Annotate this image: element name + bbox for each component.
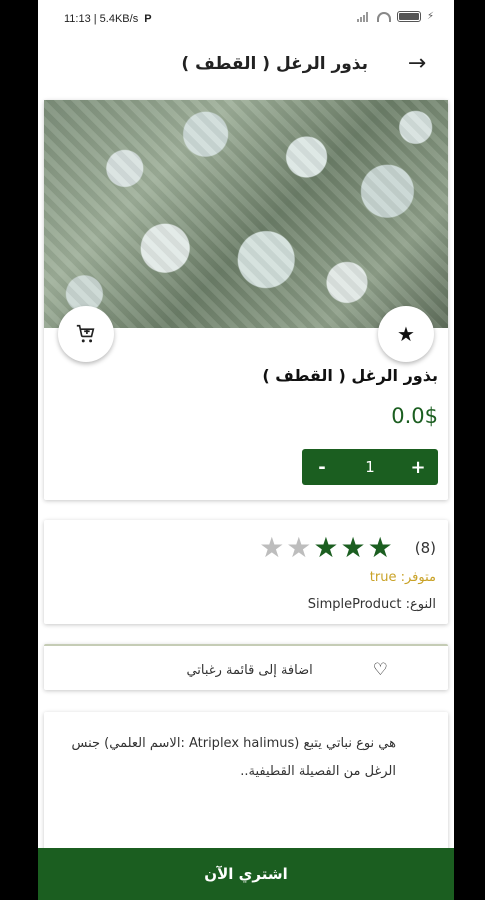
page-title: بذور الرغل ( القطف ) — [181, 54, 368, 74]
app-bar: بذور الرغل ( القطف ) → — [38, 36, 454, 96]
app-screen: 11:13 | 5.4KB/s P ⚡ بذور الرغل ( القطف )… — [38, 0, 454, 900]
favorite-button[interactable]: ★ — [378, 306, 434, 362]
battery-icon — [396, 11, 421, 22]
add-to-wishlist-button[interactable]: ♡ اضافة إلى قائمة رغباتي — [186, 660, 388, 680]
heart-icon: ♡ — [372, 660, 388, 680]
product-name: بذور الرغل ( القطف ) — [262, 366, 438, 385]
availability-value: true — [369, 570, 397, 585]
availability-label: متوفر: — [400, 570, 436, 585]
add-to-cart-icon — [76, 324, 95, 343]
star-icon: ★ — [397, 322, 415, 346]
wishlist-card[interactable]: ♡ اضافة إلى قائمة رغباتي — [44, 644, 448, 690]
decrement-button[interactable]: - — [302, 457, 342, 478]
app-notification-icon: P — [144, 13, 152, 25]
quantity-value: 1 — [365, 458, 375, 476]
type-label: النوع: — [405, 597, 436, 612]
product-card: ★ بذور الرغل ( القطف ) 0.0$ - 1 + — [44, 100, 448, 500]
product-type: النوع: SimpleProduct — [308, 597, 436, 612]
star-icon: ★ — [340, 531, 366, 564]
rating-count: (8) — [414, 539, 436, 557]
description-card: هي نوع نباتي يتبع (Atriplex halimus :الا… — [44, 712, 448, 862]
increment-button[interactable]: + — [398, 457, 438, 478]
add-to-cart-button[interactable] — [58, 306, 114, 362]
star-icon: ★ — [313, 531, 339, 564]
product-image — [44, 100, 448, 328]
back-button[interactable]: → — [404, 53, 430, 77]
status-bar: 11:13 | 5.4KB/s P ⚡ — [38, 0, 454, 36]
availability: متوفر: true — [370, 570, 436, 585]
star-empty-icon: ★ — [286, 531, 312, 564]
rating-row: (8) ★ ★ ★ ★ ★ — [259, 534, 436, 562]
rating-stars: ★ ★ ★ ★ ★ — [259, 534, 393, 562]
status-time: 11:13 | 5.4KB/s P — [64, 13, 152, 25]
arrow-right-icon: → — [407, 51, 427, 76]
type-value: SimpleProduct — [307, 597, 402, 612]
star-empty-icon: ★ — [259, 531, 285, 564]
charging-icon: ⚡ — [426, 11, 434, 22]
status-icons: ⚡ — [356, 11, 434, 22]
wishlist-label: اضافة إلى قائمة رغباتي — [186, 662, 313, 678]
rating-card: (8) ★ ★ ★ ★ ★ متوفر: true النوع: SimpleP… — [44, 520, 448, 624]
product-description: هي نوع نباتي يتبع (Atriplex halimus :الا… — [71, 736, 396, 779]
star-icon: ★ — [367, 531, 393, 564]
wifi-icon — [376, 11, 391, 22]
product-price: 0.0$ — [391, 404, 438, 428]
buy-now-button[interactable]: اشتري الآن — [38, 848, 454, 900]
quantity-stepper: - 1 + — [302, 449, 438, 485]
signal-icon — [356, 11, 371, 22]
